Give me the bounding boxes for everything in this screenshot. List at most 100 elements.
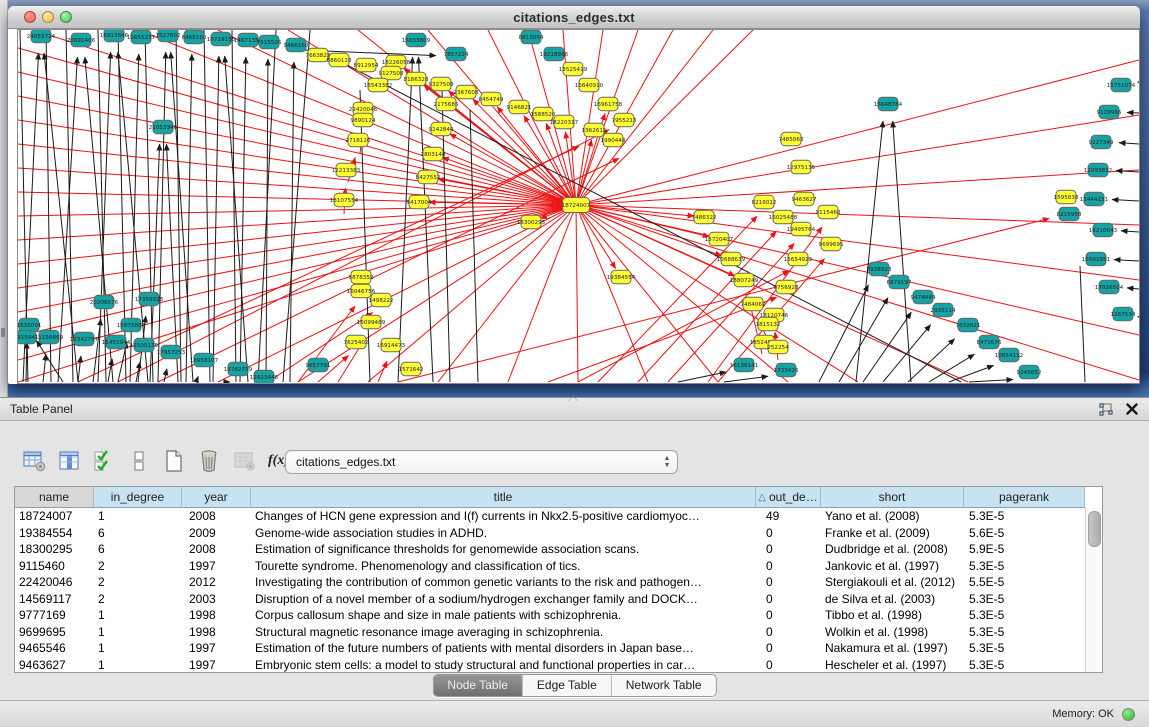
graph-node-hub[interactable]: 18724007: [562, 198, 591, 213]
graph-node[interactable]: 8427552: [416, 170, 441, 184]
graph-node[interactable]: 8215958: [1057, 207, 1082, 221]
graph-node[interactable]: 9463627: [792, 192, 817, 206]
graph-node[interactable]: 9115460: [816, 205, 841, 219]
graph-node[interactable]: 16033809: [402, 33, 431, 47]
graph-node[interactable]: 8466160: [182, 30, 207, 44]
graph-node[interactable]: 12444151: [1080, 192, 1109, 206]
citation-edge-black[interactable]: [398, 57, 413, 382]
graph-node[interactable]: 2175685: [434, 97, 459, 111]
citation-edge-black[interactable]: [130, 54, 139, 382]
table-mode-icon[interactable]: [20, 447, 47, 474]
citation-edge-black[interactable]: [290, 62, 294, 382]
graph-node[interactable]: 10688639: [717, 252, 746, 266]
attribute-table[interactable]: namein_degreeyeartitle△out_de…shortpager…: [14, 486, 1103, 673]
graph-node[interactable]: 16210643: [1089, 223, 1118, 237]
graph-node[interactable]: 9699695: [819, 237, 844, 251]
graph-node[interactable]: 20691406: [67, 33, 96, 47]
graph-node[interactable]: 1588520: [531, 107, 556, 121]
graph-node[interactable]: 7625402: [344, 335, 369, 349]
graph-node[interactable]: 1535001: [18, 318, 42, 332]
network-graph[interactable]: 2405572420691406169138461065525715276028…: [18, 30, 1139, 383]
graph-node[interactable]: 9129966: [1097, 105, 1122, 119]
citation-edge-red[interactable]: [576, 205, 648, 382]
table-tabs[interactable]: Node TableEdge TableNetwork Table: [432, 674, 716, 697]
graph-node[interactable]: 1571642: [399, 362, 424, 376]
column-header-out_de[interactable]: △out_de…: [756, 487, 821, 508]
network-window-titlebar[interactable]: citations_edges.txt: [8, 6, 1140, 29]
graph-node[interactable]: 2803144: [421, 147, 446, 161]
graph-node[interactable]: 17016504: [1095, 280, 1124, 294]
graph-node[interactable]: 9466160: [284, 38, 309, 52]
citation-edge-black[interactable]: [145, 30, 153, 382]
panel-collapse-grip[interactable]: [1, 328, 5, 337]
citation-edge-black[interactable]: [1119, 143, 1139, 144]
table-row[interactable]: 2242004622012Investigating the contribut…: [15, 574, 1102, 591]
graph-node[interactable]: 7515526: [257, 35, 282, 49]
graph-node[interactable]: 1267534: [1111, 307, 1136, 321]
zoom-window-icon[interactable]: [60, 11, 72, 23]
graph-node[interactable]: 8186328: [404, 72, 429, 86]
citation-edge-black[interactable]: [196, 376, 198, 382]
table-row[interactable]: 911546021997Tourette syndrome. Phenomeno…: [15, 558, 1102, 575]
citation-edge-black[interactable]: [26, 342, 27, 382]
citation-edge-red[interactable]: [576, 205, 709, 237]
graph-node[interactable]: 9227349: [1089, 135, 1114, 149]
table-row[interactable]: 946362711997Embryonic stem cells: a mode…: [15, 657, 1102, 674]
citation-edge-black[interactable]: [1112, 200, 1139, 201]
citation-edge-black[interactable]: [969, 380, 1013, 382]
graph-node[interactable]: 18107554: [330, 193, 359, 207]
citation-edge-black[interactable]: [1116, 171, 1139, 172]
graph-node[interactable]: 16136141: [730, 358, 759, 372]
graph-node[interactable]: 16914473: [377, 338, 406, 352]
minimize-window-icon[interactable]: [42, 11, 54, 23]
clear-selection-icon[interactable]: [125, 447, 152, 474]
citation-edge-black[interactable]: [158, 52, 166, 382]
graph-node[interactable]: 8938923: [867, 262, 892, 276]
citation-edge-red[interactable]: [576, 205, 718, 382]
graph-node[interactable]: 9146821: [507, 100, 532, 114]
graph-node[interactable]: 17957253: [157, 345, 186, 359]
citation-edge-red[interactable]: [438, 205, 576, 382]
graph-node[interactable]: 7485063: [779, 132, 804, 146]
graph-node[interactable]: 9857791: [306, 358, 331, 372]
table-body[interactable]: 1872400712008Changes of HCN gene express…: [15, 508, 1102, 673]
graph-node[interactable]: 1527602: [156, 30, 181, 42]
split-resize-grip[interactable]: ⟋⟍: [566, 397, 580, 402]
graph-node[interactable]: 13525419: [559, 62, 588, 76]
graph-node[interactable]: 10655257: [127, 30, 156, 44]
column-header-short[interactable]: short: [821, 487, 964, 508]
citation-edge-red[interactable]: [576, 205, 1139, 380]
table-row[interactable]: 1830029562008Estimation of significance …: [15, 541, 1102, 558]
graph-node[interactable]: 11156869: [35, 330, 64, 344]
column-header-in_degree[interactable]: in_degree: [94, 487, 182, 508]
graph-node[interactable]: 21053346: [149, 120, 178, 134]
graph-node[interactable]: 9127508: [379, 66, 404, 80]
memory-ok-indicator[interactable]: [1122, 708, 1135, 721]
column-header-year[interactable]: year: [182, 487, 251, 508]
citation-edge-black[interactable]: [186, 54, 192, 382]
table-row[interactable]: 1872400712008Changes of HCN gene express…: [15, 508, 1102, 525]
graph-node[interactable]: 16648784: [874, 97, 903, 111]
column-header-title[interactable]: title: [251, 487, 756, 508]
graph-node[interactable]: 7486322: [692, 210, 717, 224]
citation-edge-red[interactable]: [576, 205, 1139, 225]
table-row[interactable]: 969969511998Structural magnetic resonanc…: [15, 624, 1102, 641]
new-column-icon[interactable]: [160, 447, 187, 474]
graph-node[interactable]: 15692951: [1082, 252, 1111, 266]
graph-node[interactable]: 19384554: [607, 270, 636, 284]
citation-edge-red[interactable]: [576, 205, 858, 382]
citation-edge-black[interactable]: [863, 312, 911, 382]
table-row[interactable]: 1456911722003Disruption of a novel membe…: [15, 591, 1102, 608]
column-header-pagerank[interactable]: pagerank: [964, 487, 1085, 508]
citation-edge-black[interactable]: [164, 369, 167, 382]
table-header-row[interactable]: namein_degreeyeartitle△out_de…shortpager…: [15, 487, 1102, 508]
citation-edge-red[interactable]: [576, 30, 753, 205]
graph-node[interactable]: 8813054: [519, 30, 544, 44]
citation-edge-red[interactable]: [576, 60, 1139, 205]
citation-edge-red[interactable]: [450, 134, 576, 205]
citation-edge-red[interactable]: [576, 205, 616, 269]
citation-edge-black[interactable]: [893, 121, 911, 382]
graph-node[interactable]: 6879197: [887, 275, 912, 289]
graph-node[interactable]: 10719155: [207, 32, 236, 46]
graph-node[interactable]: 16099489: [357, 315, 386, 329]
